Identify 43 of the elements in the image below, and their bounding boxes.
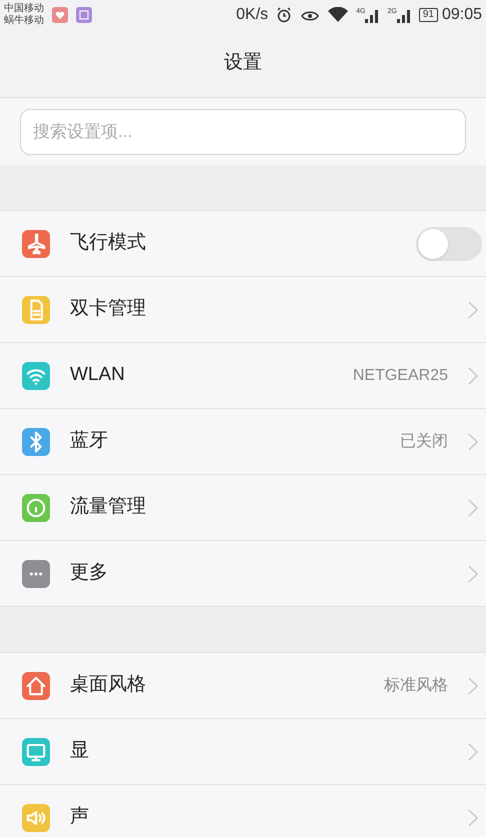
page-title: 设置 [224,51,262,76]
chevron-icon [468,742,478,760]
setting-label: 流量管理 [70,495,147,520]
setting-value: 标准风格 [384,676,448,696]
chevron-icon [468,564,478,582]
gallery-app-icon [76,7,92,23]
setting-label: WLAN [70,363,126,388]
setting-row[interactable]: 更多 [0,541,486,607]
setting-row[interactable]: 流量管理 [0,475,486,541]
carrier-name: 中国移动 [4,3,44,14]
setting-label: 桌面风格 [70,673,147,698]
setting-label: 显 [70,739,90,764]
setting-row[interactable]: 显 [0,719,486,785]
setting-row[interactable]: WLAN NETGEAR25 [0,343,486,409]
signal-icon [396,7,411,23]
chevron-icon [468,366,478,384]
setting-label: 双卡管理 [70,297,147,322]
setting-row[interactable]: 飞行模式 [0,211,486,277]
network-speed: 0K/s [236,5,268,25]
carrier-name: 蜗牛移动 [4,15,44,27]
alarm-icon [276,7,292,23]
setting-row[interactable]: 桌面风格 标准风格 [0,653,486,719]
setting-row[interactable]: 声 [0,785,486,837]
setting-label: 更多 [70,561,109,586]
status-time: 09:05 [442,5,482,25]
setting-label: 声 [70,805,90,830]
setting-value: NETGEAR25 [352,366,448,386]
search-field[interactable]: 搜索设置项... [20,108,466,154]
battery-indicator: 91 [418,8,438,22]
setting-label: 蓝牙 [70,429,109,454]
chevron-icon [468,498,478,516]
heart-app-icon [52,7,68,23]
setting-row[interactable]: 双卡管理 [0,277,486,343]
setting-label: 飞行模式 [70,231,147,256]
chevron-icon [468,300,478,318]
signal-icon [365,7,380,23]
setting-row[interactable]: 蓝牙 已关闭 [0,409,486,475]
wifi-icon [328,7,348,23]
toggle-switch[interactable] [416,226,482,260]
chevron-icon [468,808,478,826]
setting-value: 已关闭 [400,432,448,452]
chevron-icon [468,676,478,694]
chevron-icon [468,432,478,450]
